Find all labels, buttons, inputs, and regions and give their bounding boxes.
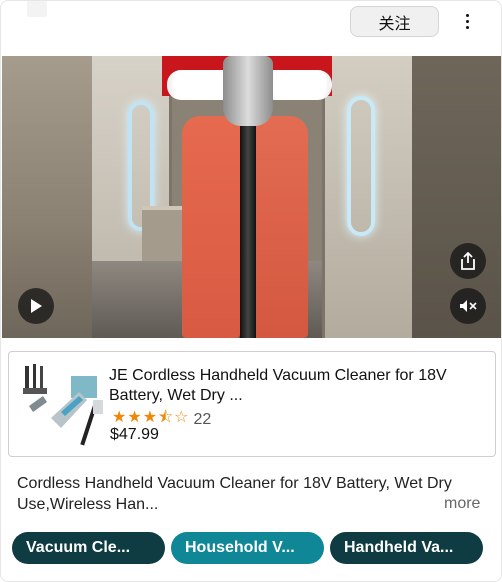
share-button[interactable]: [450, 243, 486, 279]
tag-vacuum-cleaner[interactable]: Vacuum Cle...: [12, 532, 165, 564]
share-icon: [461, 252, 475, 270]
avatar[interactable]: [27, 1, 47, 17]
post-header: 关注: [1, 1, 501, 55]
play-icon: [31, 299, 42, 313]
product-price: $47.99: [110, 426, 159, 443]
follow-button[interactable]: 关注: [350, 6, 439, 37]
muted-speaker-icon: [460, 300, 477, 312]
video-player[interactable]: [2, 56, 501, 338]
product-card[interactable]: JE Cordless Handheld Vacuum Cleaner for …: [8, 351, 496, 457]
rating-count: 22: [193, 410, 212, 428]
mute-button[interactable]: [450, 288, 486, 324]
tag-household[interactable]: Household V...: [171, 532, 324, 564]
play-button[interactable]: [18, 288, 54, 324]
more-link[interactable]: more: [442, 495, 481, 513]
product-image: [21, 362, 111, 448]
post-description: Cordless Handheld Vacuum Cleaner for 18V…: [17, 475, 452, 513]
product-title[interactable]: JE Cordless Handheld Vacuum Cleaner for …: [109, 366, 489, 406]
more-options-icon[interactable]: [457, 9, 477, 33]
tag-handheld[interactable]: Handheld Va...: [330, 532, 483, 564]
tag-list: Vacuum Cle... Household V... Handheld Va…: [12, 532, 492, 564]
video-post-card: 关注 JE Cordless Handheld Vacuum Cleaner f…: [0, 0, 502, 582]
